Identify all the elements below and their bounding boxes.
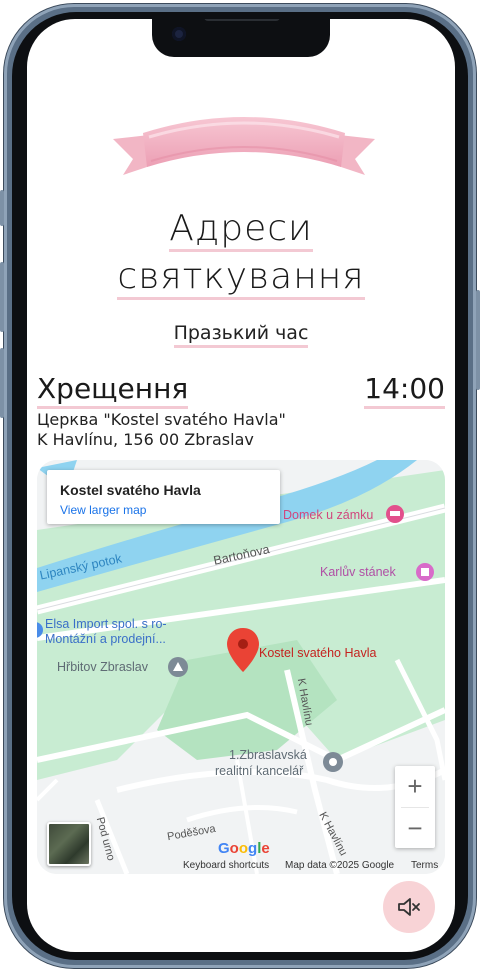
event-name: Хрещення [37,372,189,409]
map-data-text: Map data ©2025 Google [285,860,395,871]
label-elsa-1: Elsa Import spol. s ro- [45,617,167,631]
speaker-muted-icon [398,898,420,916]
label-hrbitov: Hřbitov Zbraslav [57,660,148,674]
map-infobox: Kostel svatého Havla View larger map [47,470,280,524]
label-realitni-2: realitní kancelář [215,764,304,778]
ribbon-banner-icon [113,117,375,175]
event-place: Церква "Kostel svatého Havla" [37,410,286,429]
keyboard-shortcuts-link[interactable]: Keyboard shortcuts [183,860,269,871]
side-button-right [476,290,480,390]
embedded-map[interactable]: Kostel svatého Havla View larger map Dom… [37,460,445,874]
zoom-control: + − [395,766,435,848]
notch [152,19,330,57]
google-logo: Google [218,840,270,857]
map-footer: Keyboard shortcuts Map data ©2025 Google… [37,860,445,874]
title-line-2: святкування [117,257,365,300]
event-time: 14:00 [364,372,445,409]
side-button-left-1 [0,190,4,226]
infobox-title: Kostel svatého Havla [60,482,201,498]
poi-karluv-icon[interactable] [416,563,434,581]
front-camera [172,27,186,41]
zoom-in-button[interactable]: + [395,766,435,806]
view-larger-map-link[interactable]: View larger map [60,503,146,517]
event-address: K Havlínu, 156 00 Zbraslav [37,430,254,449]
poi-domek-icon[interactable] [386,505,404,523]
earpiece-speaker [204,19,280,21]
terms-link[interactable]: Terms [411,860,438,871]
mute-button[interactable] [383,881,435,933]
poi-hrbitov-icon[interactable] [168,657,188,677]
label-domek: Domek u zámku [283,508,374,522]
label-realitni-1: 1.Zbraslavská [229,748,307,762]
subtitle-text: Празький час [173,322,309,348]
poi-realitni-icon[interactable] [323,752,343,772]
side-button-left-2 [0,262,4,332]
timezone-label: Празький час [27,322,455,348]
label-karluv: Karlův stánek [320,565,396,579]
side-button-left-3 [0,348,4,418]
zoom-out-button[interactable]: − [395,808,435,848]
screen: Адреси святкування Празький час Хрещення… [27,19,455,952]
title-line-1: Адреси [169,209,313,252]
label-elsa-2: Montážní a prodejní... [45,632,166,646]
label-pin: Kostel svatého Havla [259,646,377,660]
page-title: Адреси святкування [27,205,455,301]
